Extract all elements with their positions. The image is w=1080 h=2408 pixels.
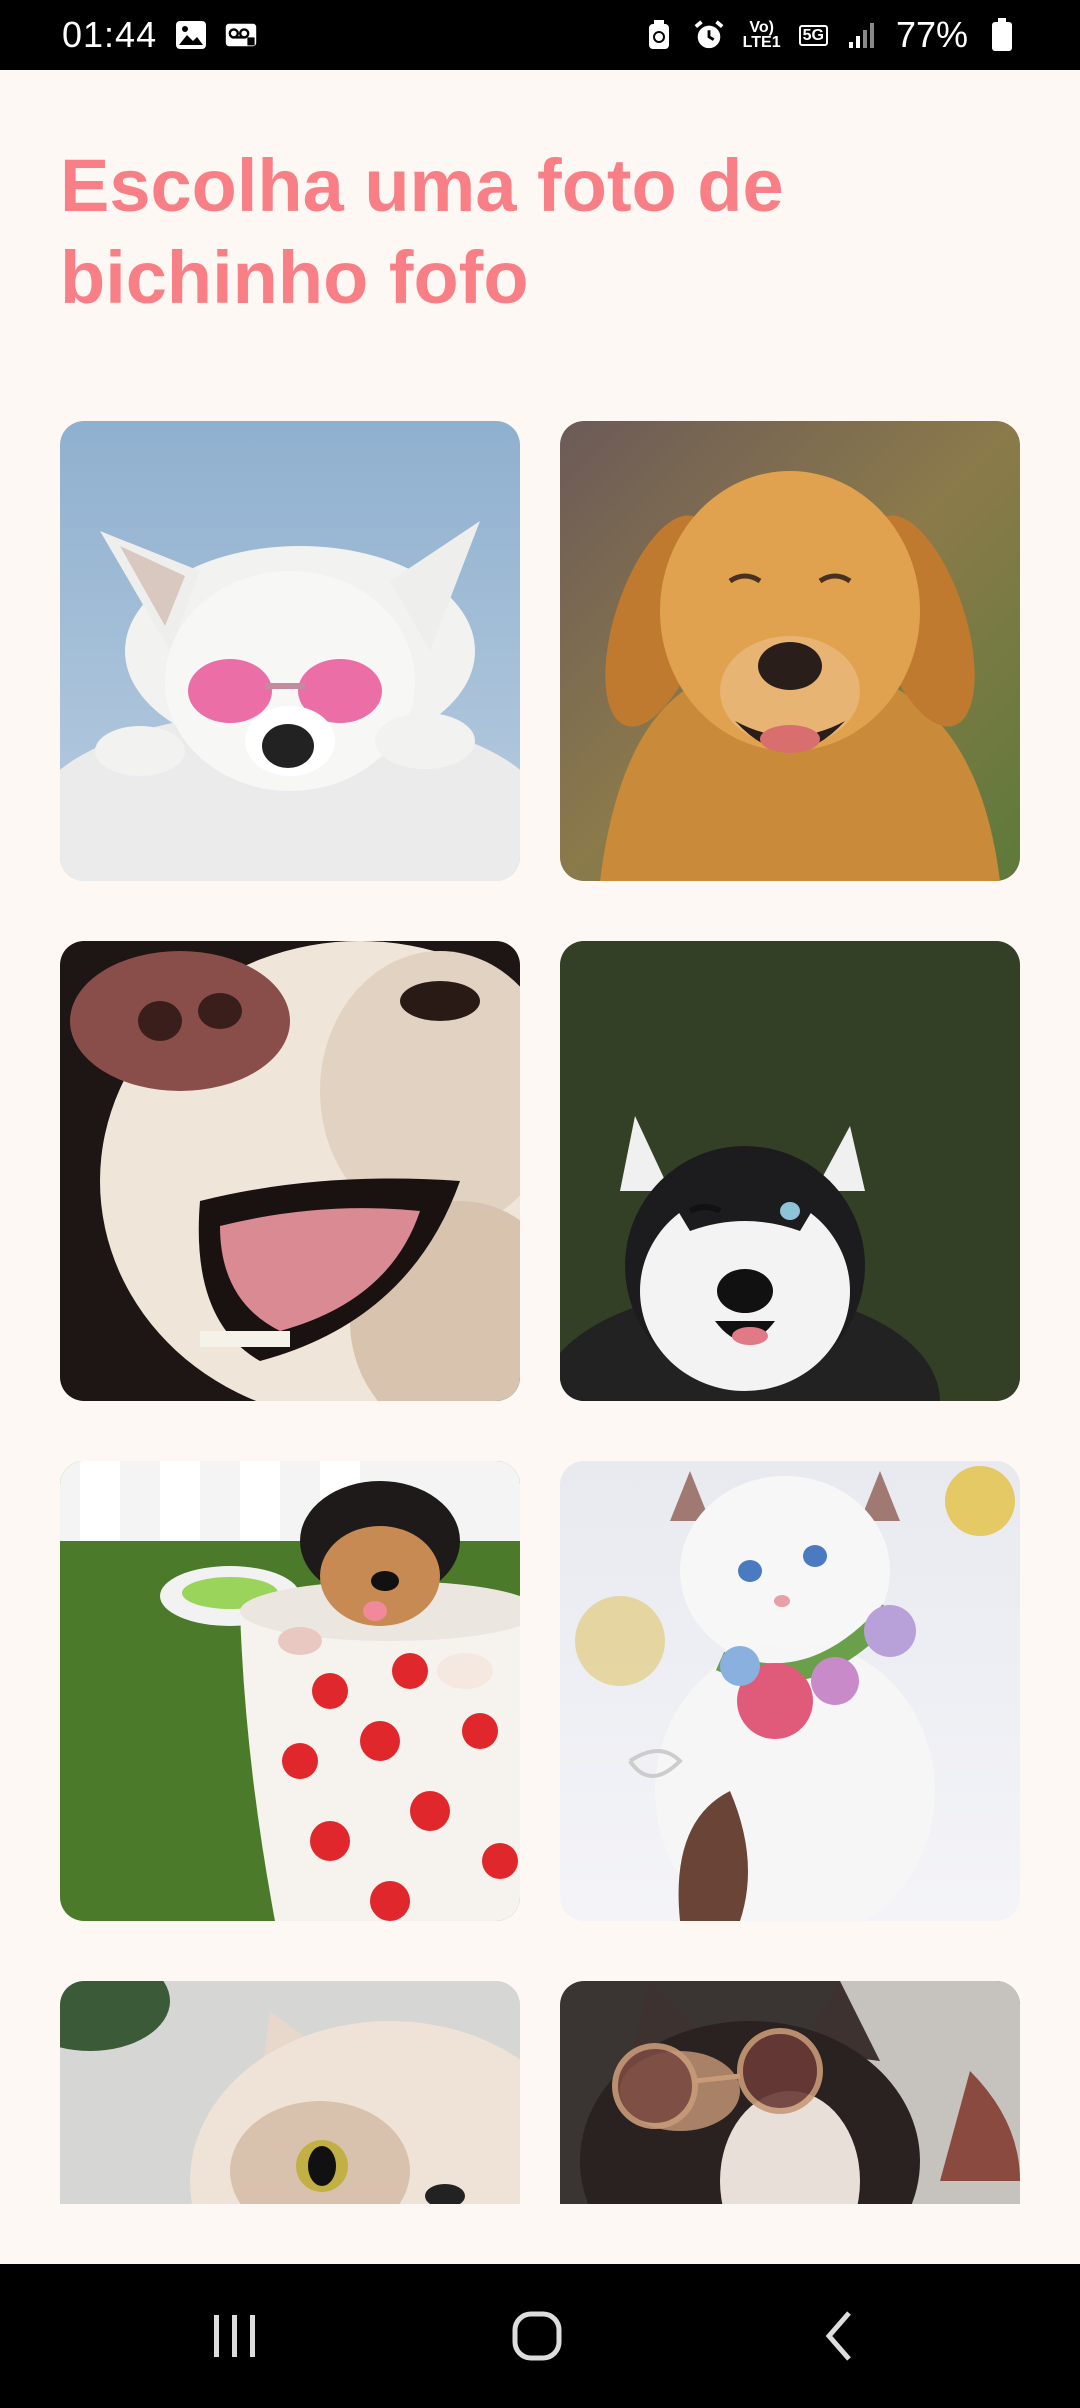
photo-grid — [60, 421, 1020, 2204]
signal-icon — [846, 19, 878, 51]
back-icon — [825, 2311, 851, 2361]
photo-cat-closeup[interactable] — [60, 1981, 520, 2204]
recycle-icon — [643, 19, 675, 51]
photo-winking-husky[interactable] — [560, 941, 1020, 1401]
navigation-bar — [0, 2264, 1080, 2408]
back-button[interactable] — [795, 2304, 885, 2368]
voicemail-icon — [225, 19, 257, 51]
status-time: 01:44 — [62, 14, 158, 55]
battery-percent: 77% — [895, 14, 968, 55]
status-bar: 01:44 Vo) LTE1 5G 77% — [0, 0, 1080, 70]
gallery-icon — [175, 19, 207, 51]
photo-dog-nose-closeup[interactable] — [60, 941, 520, 1401]
photo-white-kitten-flowers[interactable] — [560, 1461, 1020, 1921]
recent-apps-icon — [214, 2315, 255, 2357]
photo-golden-retriever[interactable] — [560, 421, 1020, 881]
page-title: Escolha uma foto de bichinho fofo — [60, 144, 784, 319]
volte-icon: Vo) LTE1 — [742, 19, 781, 51]
home-button[interactable] — [492, 2304, 582, 2368]
alarm-icon — [693, 19, 725, 51]
photo-cat-with-glasses[interactable] — [560, 1981, 1020, 2204]
battery-icon — [986, 18, 1018, 51]
photo-white-dog-sunglasses[interactable] — [60, 421, 520, 881]
home-icon — [512, 2311, 562, 2361]
photo-puppy-in-cup[interactable] — [60, 1461, 520, 1921]
recent-apps-button[interactable] — [190, 2304, 280, 2368]
5g-icon: 5G — [798, 24, 828, 46]
